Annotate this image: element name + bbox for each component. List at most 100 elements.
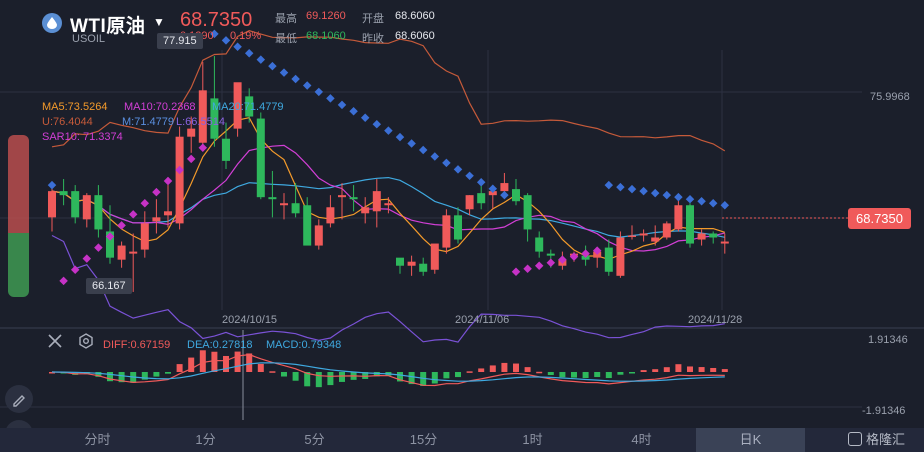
candle-body: [222, 138, 230, 161]
tab-15min[interactable]: 15分: [386, 428, 461, 452]
sar-dot: [337, 100, 347, 110]
tab-5min[interactable]: 5分: [277, 428, 352, 452]
sar-dot: [604, 180, 614, 190]
candle-body: [82, 195, 91, 220]
min-price-label: 66.167: [86, 278, 132, 294]
candle-body: [361, 207, 370, 214]
brand-watermark: 格隆汇: [848, 428, 905, 452]
sar-dot: [674, 192, 683, 202]
sar-dot: [94, 243, 103, 252]
macd-bar: [153, 372, 160, 377]
candle-body: [686, 205, 694, 244]
close-icon[interactable]: [47, 333, 63, 352]
candle-body: [280, 203, 288, 206]
sar-dot: [627, 184, 637, 194]
sar-dot: [117, 221, 126, 230]
macd-bar: [455, 372, 461, 378]
candle-body: [338, 195, 346, 198]
max-price-label: 77.915: [157, 33, 203, 49]
macd-value-legend: MACD:0.79348: [266, 339, 342, 351]
candle-body: [535, 237, 544, 252]
sar-dot: [407, 139, 416, 148]
macd-bar: [176, 364, 183, 372]
prev-close-value: 68.6060: [395, 30, 435, 42]
tab-1min[interactable]: 1分: [168, 428, 243, 452]
tab-timeshare[interactable]: 分时: [60, 428, 135, 452]
low-label: 最低: [275, 33, 297, 45]
high-value: 69.1260: [306, 10, 346, 22]
open-value: 68.6060: [395, 10, 435, 22]
candle-body: [349, 197, 358, 200]
macd-bar: [315, 372, 322, 388]
sar-dot: [442, 158, 451, 168]
candle-body: [326, 207, 335, 224]
macd-bar: [663, 367, 670, 372]
sar-dot: [546, 258, 556, 267]
candle-body: [59, 191, 68, 196]
last-price: 68.7350: [180, 9, 253, 31]
candle-body: [674, 205, 683, 230]
candle-body: [500, 183, 509, 192]
boll-upper-legend: U:76.4044: [42, 116, 93, 128]
sar-dot: [244, 48, 254, 58]
candle-body: [465, 195, 474, 210]
candle-body: [662, 223, 671, 238]
candle-body: [709, 233, 718, 238]
macd-bar: [257, 363, 264, 372]
sar-dot: [697, 196, 706, 206]
buy-pressure-bar: [8, 135, 29, 233]
sar-legend: SAR10: 71.3374: [42, 131, 123, 143]
sar-dot: [349, 107, 358, 116]
candle-body: [604, 247, 613, 272]
sar-dot: [221, 36, 231, 45]
candle-body: [639, 233, 648, 236]
candle-body: [442, 215, 451, 248]
boll-middle-legend: M:71.4779: [122, 116, 174, 128]
candle-body: [71, 191, 80, 218]
macd-bar: [327, 372, 334, 386]
candle-body: [512, 189, 520, 202]
sar-dot: [372, 119, 382, 129]
sar-dot: [59, 276, 68, 286]
settings-icon[interactable]: [78, 333, 94, 352]
open-label: 开盘: [362, 13, 384, 25]
symbol-dropdown-icon[interactable]: ▼: [153, 15, 165, 29]
sar-dot: [523, 264, 532, 273]
ma10-legend: MA10:70.2368: [124, 101, 196, 113]
candle-body: [523, 195, 532, 230]
candle-body: [129, 251, 138, 254]
candle-body: [697, 233, 706, 240]
candle-body: [396, 257, 404, 266]
candle-body: [303, 205, 312, 246]
macd-bar: [513, 363, 519, 372]
candle-body: [454, 215, 462, 240]
draw-tool-button[interactable]: [5, 385, 33, 413]
sar-dot: [302, 81, 312, 90]
candle-body: [314, 225, 323, 246]
macd-bar: [466, 371, 473, 373]
chart-canvas[interactable]: [0, 0, 924, 452]
brand-logo-icon: [848, 432, 862, 446]
macd-bar: [617, 372, 624, 375]
candle-body: [48, 191, 56, 218]
sar-dot: [163, 176, 173, 186]
tab-4hour[interactable]: 4时: [604, 428, 679, 452]
tab-daily[interactable]: 日K: [696, 428, 805, 452]
candle-body: [616, 237, 625, 276]
date-label: 2024/11/06: [455, 314, 510, 326]
tab-1hour[interactable]: 1时: [495, 428, 570, 452]
sar-dot: [384, 126, 393, 135]
sar-dot: [511, 267, 521, 277]
sar-dot: [186, 154, 196, 164]
candle-body: [372, 191, 381, 212]
candle-body: [384, 203, 393, 206]
macd-bar: [269, 371, 276, 373]
sar-dot: [152, 187, 161, 197]
candle-body: [477, 193, 486, 204]
date-label: 2024/10/15: [222, 314, 278, 326]
sar-dot: [268, 61, 277, 71]
date-label: 2024/11/28: [688, 314, 743, 326]
sar-dot: [233, 42, 242, 52]
candle-body: [419, 263, 428, 272]
candle-body: [268, 197, 277, 200]
